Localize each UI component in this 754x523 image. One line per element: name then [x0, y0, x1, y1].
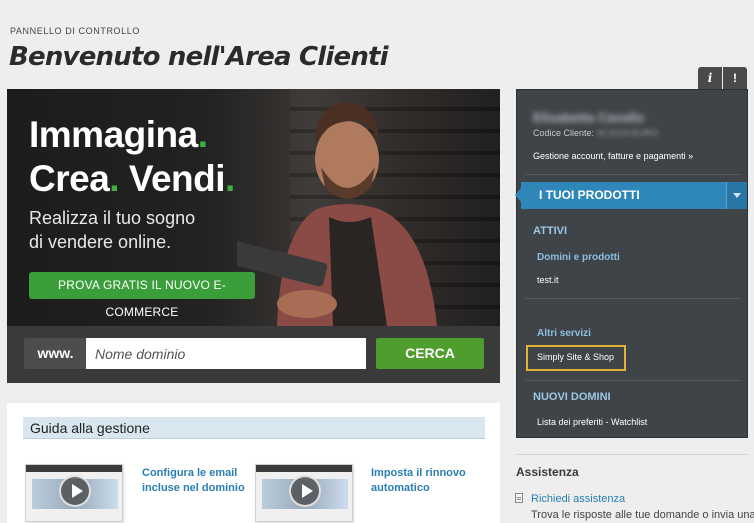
assistance-title: Assistenza	[516, 465, 579, 479]
video-play-icon	[289, 475, 321, 507]
try-ecommerce-button[interactable]: PROVA GRATIS IL NUOVO E-COMMERCE	[29, 272, 255, 319]
guide-link-email[interactable]: Configura le email incluse nel dominio	[142, 466, 245, 496]
active-section-label: ATTIVI	[533, 225, 568, 237]
document-icon	[515, 493, 523, 503]
simply-site-shop-item[interactable]: Simply Site & Shop	[537, 352, 614, 362]
guide-title: Guida alla gestione	[23, 417, 485, 439]
page-title: Benvenuto nell'Area Clienti	[9, 42, 389, 72]
domains-products-label[interactable]: Domini e prodotti	[537, 252, 620, 263]
divider	[525, 174, 741, 175]
domain-search-bar: www. CERCA	[7, 326, 500, 383]
assistance-description: Trova le risposte alle tue domande o inv…	[531, 509, 754, 521]
divider	[516, 454, 748, 455]
search-button[interactable]: CERCA	[376, 338, 484, 369]
panel-tabs: i !	[698, 67, 748, 89]
banner-subtitle: Realizza il tuo sogno di vendere online.	[29, 208, 196, 252]
user-name: Elisabetta Cavallo	[533, 110, 645, 125]
www-prefix: www.	[24, 338, 87, 369]
management-guide-card: Guida alla gestione Configura le email i…	[7, 403, 500, 523]
video-play-icon	[59, 475, 91, 507]
products-header[interactable]: I TUOI PRODOTTI	[515, 182, 747, 209]
divider	[525, 380, 741, 381]
divider	[525, 298, 741, 299]
video-thumbnail[interactable]	[25, 464, 123, 522]
customer-code: Codice Cliente: SC1014-EURO	[533, 128, 659, 138]
watchlist-link[interactable]: Lista dei preferiti - Watchlist	[537, 417, 647, 427]
breadcrumb: PANNELLO DI CONTROLLO	[10, 26, 140, 36]
new-domains-label: NUOVI DOMINI	[533, 391, 611, 403]
domain-search-input[interactable]	[86, 338, 366, 369]
banner-headline: Immagina. Crea. Vendi.	[29, 114, 235, 199]
guide-link-renewal[interactable]: Imposta il rinnovo automatico	[371, 466, 466, 496]
account-management-link[interactable]: Gestione account, fatture e pagamenti »	[533, 151, 693, 161]
request-assistance-link[interactable]: Richiedi assistenza	[531, 493, 625, 505]
video-thumbnail[interactable]	[255, 464, 353, 522]
chevron-down-icon[interactable]	[726, 182, 747, 209]
shopkeeper-image	[237, 102, 437, 326]
customer-panel: Elisabetta Cavallo Codice Cliente: SC101…	[515, 89, 748, 438]
domain-item[interactable]: test.it	[537, 275, 559, 285]
other-services-label[interactable]: Altri servizi	[537, 328, 591, 339]
alert-icon[interactable]: !	[723, 67, 747, 89]
promo-banner[interactable]: Immagina. Crea. Vendi. Realizza il tuo s…	[7, 89, 500, 326]
info-icon[interactable]: i	[698, 67, 722, 89]
